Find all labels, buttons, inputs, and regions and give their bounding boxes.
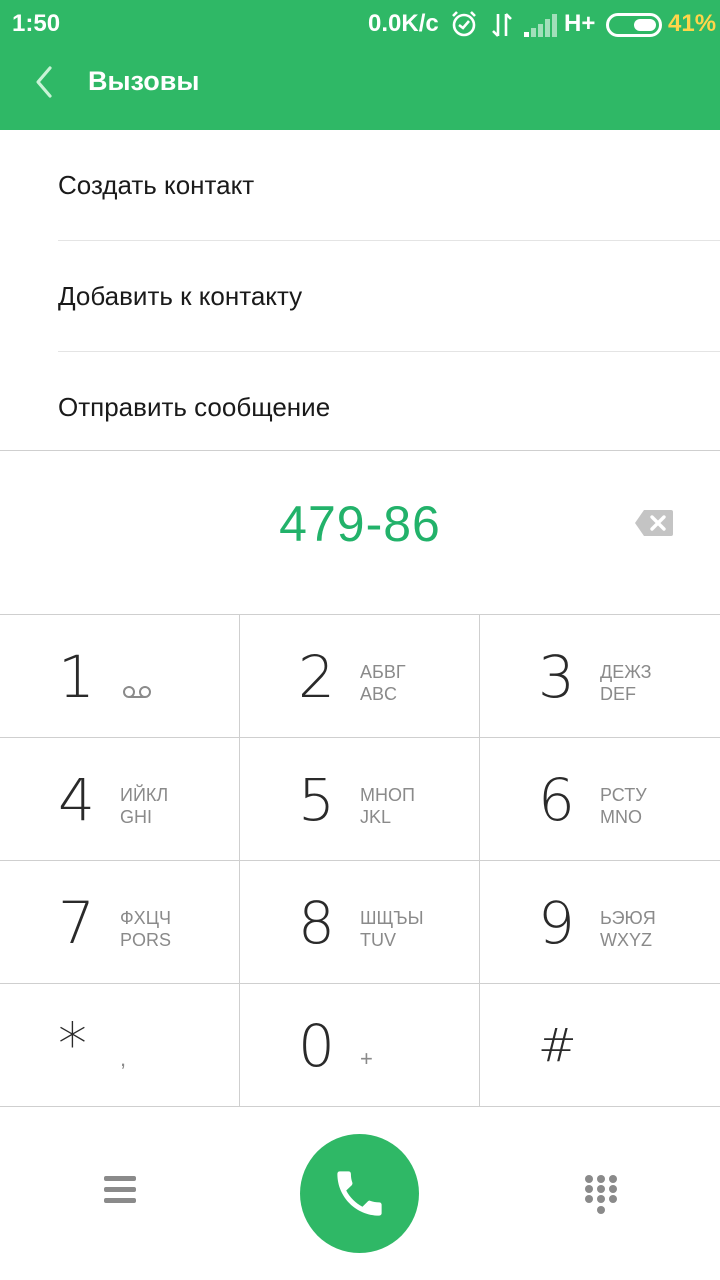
key-digit: 5 bbox=[298, 766, 335, 834]
key-star[interactable]: * , bbox=[0, 984, 240, 1107]
key-7[interactable]: 7 ФХЦЧ PORS bbox=[0, 861, 240, 984]
key-digit: 9 bbox=[538, 889, 575, 957]
number-display: 479-86 bbox=[0, 451, 720, 614]
contact-actions-menu: Создать контакт Добавить к контакту Отпр… bbox=[0, 130, 720, 451]
signal-icon bbox=[524, 13, 558, 42]
key-letters: ШЩЪЫ TUV bbox=[360, 908, 424, 950]
key-digit: 3 bbox=[538, 643, 575, 711]
battery-percent: 41% bbox=[668, 10, 717, 37]
key-digit: 4 bbox=[58, 766, 95, 834]
key-digit: 0 bbox=[298, 1012, 335, 1080]
status-time: 1:50 bbox=[12, 10, 61, 37]
key-digit: 8 bbox=[298, 889, 335, 957]
status-network-type: H+ bbox=[564, 10, 596, 37]
menu-item-label: Отправить сообщение bbox=[58, 392, 331, 422]
dialpad-icon[interactable] bbox=[584, 1174, 618, 1218]
page-title: Вызовы bbox=[88, 66, 200, 96]
dialed-number: 479-86 bbox=[279, 496, 441, 552]
key-letters: ДЕЖЗ DEF bbox=[600, 662, 652, 704]
data-arrows-icon bbox=[490, 12, 514, 43]
status-bar: 1:50 0.0K/c H+ 41% bbox=[0, 0, 720, 52]
key-digit: * bbox=[58, 1010, 87, 1078]
key-letters: РСТУ MNO bbox=[600, 785, 647, 827]
key-0[interactable]: 0 + bbox=[240, 984, 480, 1107]
voicemail-icon bbox=[122, 685, 152, 704]
key-letters: МНОП JKL bbox=[360, 785, 415, 827]
key-digit: 7 bbox=[58, 889, 95, 957]
key-6[interactable]: 6 РСТУ MNO bbox=[480, 738, 720, 861]
top-bar: 1:50 0.0K/c H+ 41% Вызовы bbox=[0, 0, 720, 130]
menu-item-create-contact[interactable]: Создать контакт bbox=[58, 130, 720, 241]
key-letters: ФХЦЧ PORS bbox=[120, 908, 172, 950]
menu-item-label: Создать контакт bbox=[58, 170, 255, 200]
menu-item-send-message[interactable]: Отправить сообщение bbox=[58, 352, 720, 451]
dialer-actions bbox=[0, 1108, 720, 1280]
key-2[interactable]: 2 АБВГ ABC bbox=[240, 615, 480, 738]
key-3[interactable]: 3 ДЕЖЗ DEF bbox=[480, 615, 720, 738]
alarm-icon bbox=[450, 10, 478, 43]
menu-item-add-to-contact[interactable]: Добавить к контакту bbox=[58, 241, 720, 352]
key-digit: 6 bbox=[538, 766, 575, 834]
key-8[interactable]: 8 ШЩЪЫ TUV bbox=[240, 861, 480, 984]
chevron-left-icon[interactable] bbox=[28, 62, 60, 102]
key-4[interactable]: 4 ИЙКЛ GHI bbox=[0, 738, 240, 861]
key-digit: # bbox=[538, 1018, 577, 1072]
key-symbol: , bbox=[120, 1046, 127, 1071]
key-1[interactable]: 1 bbox=[0, 615, 240, 738]
menu-item-label: Добавить к контакту bbox=[58, 281, 303, 311]
call-button[interactable] bbox=[300, 1134, 419, 1253]
key-letters: ЬЭЮЯ WXYZ bbox=[600, 908, 656, 950]
phone-icon bbox=[337, 1171, 382, 1216]
key-hash[interactable]: # bbox=[480, 984, 720, 1107]
key-9[interactable]: 9 ЬЭЮЯ WXYZ bbox=[480, 861, 720, 984]
key-5[interactable]: 5 МНОП JKL bbox=[240, 738, 480, 861]
key-symbol: + bbox=[360, 1046, 373, 1071]
status-network-speed: 0.0K/c bbox=[368, 10, 439, 37]
key-letters: ИЙКЛ GHI bbox=[120, 785, 169, 827]
battery-icon bbox=[606, 13, 662, 37]
dialpad: 1 2 АБВГ ABC 3 ДЕЖЗ DEF 4 ИЙКЛ GHI 5 МНОП JK… bbox=[0, 614, 720, 1108]
key-digit: 1 bbox=[58, 643, 95, 711]
key-letters: АБВГ ABC bbox=[360, 662, 406, 704]
hamburger-menu-icon[interactable] bbox=[104, 1176, 136, 1206]
backspace-icon[interactable] bbox=[634, 509, 674, 537]
key-digit: 2 bbox=[298, 643, 335, 711]
